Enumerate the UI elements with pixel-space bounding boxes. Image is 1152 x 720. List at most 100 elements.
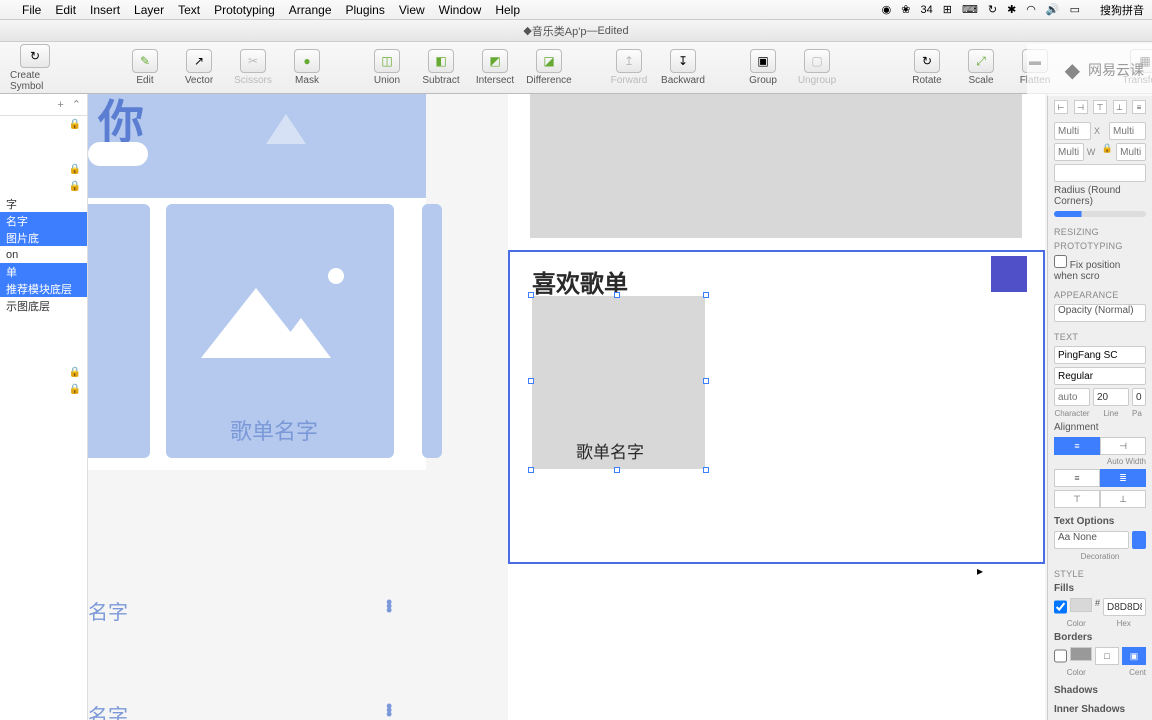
scissors-button[interactable]: ✂: [240, 49, 266, 73]
fill-hex-input[interactable]: [1103, 598, 1146, 616]
placeholder-rect[interactable]: [530, 94, 1022, 238]
border-pos-button[interactable]: ▣: [1122, 647, 1146, 665]
layer-row[interactable]: 推荐模块底层: [0, 280, 87, 297]
wechat-icon[interactable]: ❀: [901, 3, 910, 16]
fix-scroll-checkbox[interactable]: [1054, 255, 1067, 268]
menu-prototyping[interactable]: Prototyping: [214, 3, 275, 17]
doc-state: —: [586, 25, 597, 37]
layer-row[interactable]: 🔒: [0, 364, 87, 381]
backward-button[interactable]: ↧: [670, 49, 696, 73]
layer-row[interactable]: 单: [0, 263, 87, 280]
scale-label: Scale: [968, 75, 993, 86]
edit-button[interactable]: ✎: [132, 49, 158, 73]
menu-help[interactable]: Help: [495, 3, 520, 17]
menu-window[interactable]: Window: [439, 3, 482, 17]
align-left-icon[interactable]: ⊢: [1054, 100, 1068, 114]
menu-text[interactable]: Text: [178, 3, 200, 17]
layer-row[interactable]: on: [0, 246, 87, 263]
scale-button[interactable]: ⤢: [968, 49, 994, 73]
difference-button[interactable]: ◪: [536, 49, 562, 73]
layer-row[interactable]: 🔒: [0, 116, 87, 133]
collapse-icon[interactable]: ⌃: [72, 98, 81, 111]
group-button[interactable]: ▣: [750, 49, 776, 73]
vector-label: Vector: [185, 75, 213, 86]
layer-row[interactable]: 🔒: [0, 381, 87, 398]
layer-row[interactable]: 字: [0, 195, 87, 212]
group-label: Group: [749, 75, 777, 86]
ungroup-button[interactable]: ▢: [804, 49, 830, 73]
layer-row[interactable]: 🔒: [0, 161, 87, 178]
menu-plugins[interactable]: Plugins: [346, 3, 385, 17]
rotate-button[interactable]: ↻: [914, 49, 940, 73]
align-c-button[interactable]: ≣: [1100, 469, 1146, 487]
fill-swatch[interactable]: [1070, 598, 1092, 612]
more-dots-icon[interactable]: •••: [386, 600, 392, 612]
menu-insert[interactable]: Insert: [90, 3, 120, 17]
scissors-label: Scissors: [234, 75, 272, 86]
status-icon: ⊞: [943, 3, 952, 16]
opacity-select[interactable]: Opacity (Normal): [1054, 304, 1146, 322]
menu-edit[interactable]: Edit: [55, 3, 76, 17]
mask-button[interactable]: ●: [294, 49, 320, 73]
radius-slider[interactable]: [1054, 211, 1146, 217]
align-l-button[interactable]: ≡: [1054, 469, 1100, 487]
align-icon[interactable]: ⊤: [1093, 100, 1107, 114]
lock-ratio-icon[interactable]: 🔒: [1102, 143, 1113, 161]
vector-button[interactable]: ↗: [186, 49, 212, 73]
align-center-icon[interactable]: ⊣: [1074, 100, 1088, 114]
menu-file[interactable]: File: [22, 3, 41, 17]
shadows-label: Shadows: [1054, 685, 1146, 696]
more-dots-icon[interactable]: •••: [386, 704, 392, 716]
create-symbol-button[interactable]: ↻: [20, 44, 50, 68]
card-label: 歌单名字: [230, 414, 318, 446]
w-input[interactable]: [1054, 143, 1084, 161]
brand-text: 网易云课: [1088, 60, 1144, 80]
border-pos-button[interactable]: □: [1095, 647, 1119, 665]
decoration-label: Decoration: [1054, 552, 1146, 561]
x-input[interactable]: [1054, 122, 1091, 140]
selected-group[interactable]: 喜欢歌单 歌单名字: [508, 250, 1045, 564]
size-input[interactable]: [1093, 388, 1129, 406]
align-icon[interactable]: ≡: [1132, 100, 1146, 114]
y-input[interactable]: [1109, 122, 1146, 140]
menu-view[interactable]: View: [399, 3, 425, 17]
ime-text[interactable]: 搜狗拼音: [1100, 2, 1144, 18]
transform-select[interactable]: Aa None: [1054, 531, 1129, 549]
subtract-button[interactable]: ◧: [428, 49, 454, 73]
more-block-icon[interactable]: [991, 256, 1027, 292]
layer-row[interactable]: 名字: [0, 212, 87, 229]
bluetooth-icon: ✱: [1007, 3, 1016, 16]
intersect-button[interactable]: ◩: [482, 49, 508, 73]
auto-width-label: Auto Width: [1054, 457, 1146, 466]
font-select[interactable]: [1054, 346, 1146, 364]
text-options-label: Text Options: [1054, 516, 1146, 527]
inner-shadows-label: Inner Shadows: [1054, 704, 1146, 715]
char-input[interactable]: [1054, 388, 1090, 406]
fill-checkbox[interactable]: [1054, 598, 1067, 616]
record-icon: ◉: [882, 3, 892, 16]
forward-button[interactable]: ↥: [616, 49, 642, 73]
valign-button[interactable]: ⊤: [1054, 490, 1100, 508]
line-input[interactable]: [1132, 388, 1146, 406]
wifi-icon: ◠: [1026, 3, 1036, 16]
layer-row[interactable]: 图片底: [0, 229, 87, 246]
main-artboard[interactable]: 喜欢歌单 歌单名字: [508, 94, 1045, 720]
align-right-button[interactable]: ⊣: [1100, 437, 1146, 455]
layer-row[interactable]: 🔒: [0, 178, 87, 195]
union-button[interactable]: ◫: [374, 49, 400, 73]
border-checkbox[interactable]: [1054, 647, 1067, 665]
align-icon[interactable]: ⊥: [1113, 100, 1127, 114]
canvas[interactable]: 你 歌单名字 名字 ••• 名字 ••• 喜欢歌单: [88, 94, 1047, 720]
menu-layer[interactable]: Layer: [134, 3, 164, 17]
artboard-preview[interactable]: 你 歌单名字: [88, 94, 426, 470]
menu-arrange[interactable]: Arrange: [289, 3, 332, 17]
alignment-label: Alignment: [1054, 422, 1146, 433]
layer-row[interactable]: 示图底层: [0, 297, 87, 314]
border-swatch[interactable]: [1070, 647, 1092, 661]
align-left-button[interactable]: ≡: [1054, 437, 1100, 455]
edit-label: Edit: [136, 75, 153, 86]
add-layer-icon[interactable]: +: [57, 99, 63, 111]
h-input[interactable]: [1116, 143, 1146, 161]
valign-button[interactable]: ⊥: [1100, 490, 1146, 508]
weight-select[interactable]: [1054, 367, 1146, 385]
